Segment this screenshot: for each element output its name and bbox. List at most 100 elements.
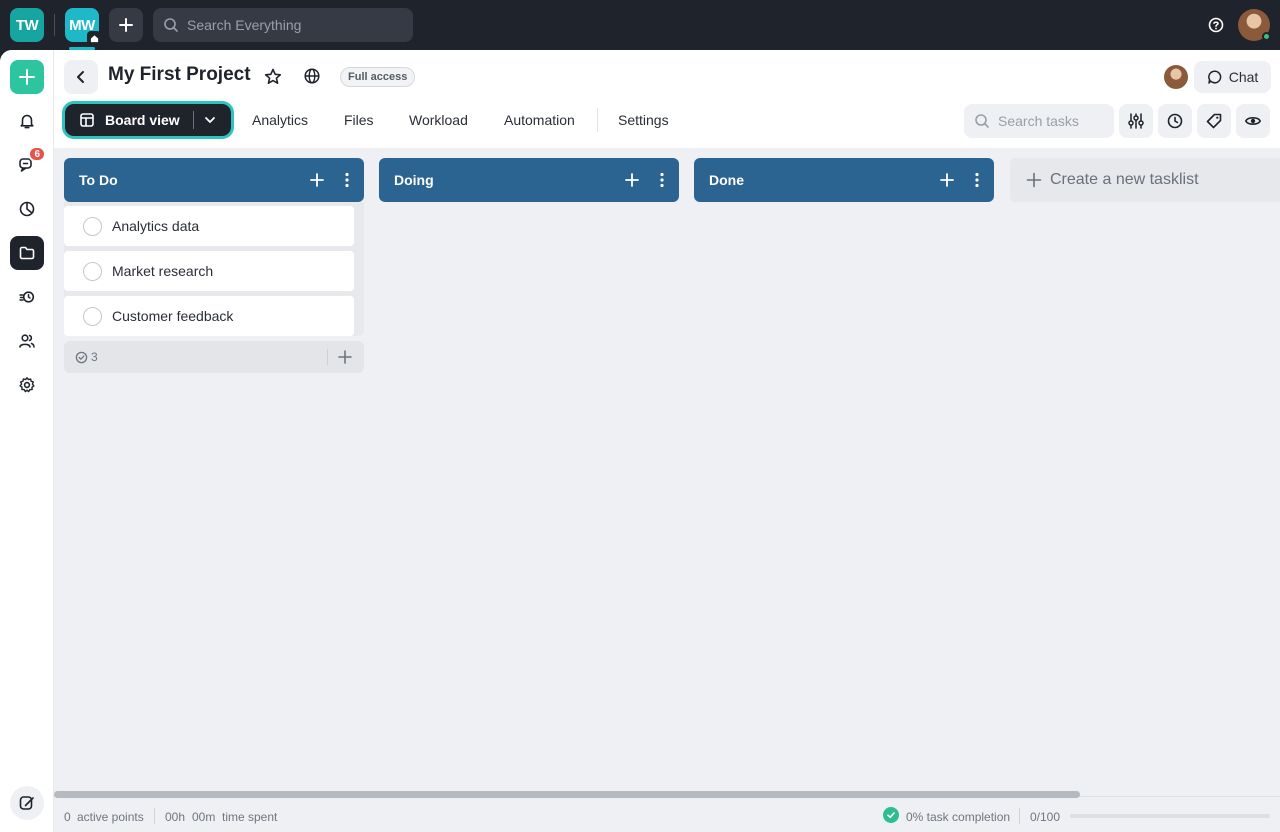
sidebar-item-time-tracking[interactable] — [10, 280, 44, 314]
whats-new-button[interactable] — [10, 786, 44, 820]
clock-icon — [1167, 113, 1183, 129]
plus-icon[interactable] — [938, 171, 956, 189]
home-icon — [87, 31, 101, 45]
more-vertical-icon[interactable] — [974, 171, 980, 189]
sidebar-item-reports[interactable] — [10, 192, 44, 226]
filter-button[interactable] — [1119, 104, 1153, 138]
task-search-input[interactable]: Search tasks — [964, 104, 1114, 138]
create-tasklist-label: Create a new tasklist — [1050, 171, 1199, 188]
help-button[interactable] — [1205, 14, 1227, 36]
star-icon — [264, 68, 282, 84]
footer-divider — [327, 349, 328, 365]
sidebar-item-settings[interactable] — [10, 368, 44, 402]
app-shell: 6 My First Project Full access Chat Boar… — [0, 50, 1280, 832]
tab-divider — [597, 108, 598, 132]
time-spent-label: time spent — [222, 810, 278, 824]
access-badge[interactable]: Full access — [340, 67, 416, 87]
quick-add-button[interactable] — [10, 60, 44, 94]
chat-button[interactable]: Chat — [1194, 61, 1271, 93]
column-header[interactable]: To Do — [64, 158, 364, 202]
footer-divider — [1019, 808, 1020, 824]
left-sidebar: 6 — [0, 50, 54, 832]
plus-icon[interactable] — [308, 171, 326, 189]
sidebar-item-notifications[interactable] — [10, 104, 44, 138]
sliders-icon — [1128, 113, 1144, 129]
footer-divider — [154, 808, 155, 824]
plus-icon[interactable] — [623, 171, 641, 189]
plus-icon — [1026, 172, 1042, 188]
task-title: Market research — [112, 263, 214, 279]
search-icon — [975, 114, 989, 128]
more-vertical-icon[interactable] — [659, 171, 665, 189]
column-doing: Doing — [379, 158, 679, 202]
active-points-value: 0 — [64, 810, 71, 824]
user-avatar[interactable] — [1238, 9, 1271, 41]
add-task-icon[interactable] — [337, 349, 353, 365]
users-icon — [19, 334, 35, 348]
column-title: Doing — [394, 172, 434, 188]
column-title: Done — [709, 172, 744, 188]
member-avatar[interactable] — [1164, 65, 1188, 89]
chevron-left-icon — [77, 71, 84, 83]
chat-button-label: Chat — [1228, 69, 1259, 85]
column-footer: 3 — [64, 341, 364, 373]
time-log-button[interactable] — [1158, 104, 1192, 138]
back-button[interactable] — [64, 60, 98, 94]
sidebar-item-team[interactable] — [10, 324, 44, 358]
board-icon — [80, 113, 94, 127]
view-switcher-button[interactable]: Board view — [62, 101, 234, 139]
time-hours: 00h — [165, 810, 186, 824]
task-card[interactable]: Analytics data — [64, 206, 354, 246]
workspace-tw-label: TW — [15, 16, 39, 34]
tab-files[interactable]: Files — [344, 112, 374, 128]
time-tracking-icon — [19, 291, 35, 303]
task-checkbox[interactable] — [83, 261, 102, 281]
check-circle-icon — [883, 807, 899, 823]
task-card[interactable]: Customer feedback — [64, 296, 354, 336]
eye-icon — [1245, 117, 1261, 125]
time-minutes: 00m — [192, 810, 216, 824]
column-header[interactable]: Doing — [379, 158, 679, 202]
chevron-down-icon — [205, 117, 215, 123]
task-card[interactable]: Market research — [64, 251, 354, 291]
visibility-button[interactable] — [303, 67, 321, 90]
global-search-placeholder: Search Everything — [187, 17, 302, 33]
column-done: Done — [694, 158, 994, 202]
sidebar-item-messages[interactable]: 6 — [10, 146, 46, 182]
add-workspace-button[interactable] — [109, 8, 143, 42]
visibility-toggle-button[interactable] — [1236, 104, 1270, 138]
create-tasklist-button[interactable]: Create a new tasklist — [1010, 158, 1280, 202]
folder-icon — [19, 246, 35, 260]
task-completion-text: 0% task completion — [906, 810, 1011, 824]
board: To Do Analytics data Market research Cus… — [54, 148, 1280, 796]
tab-settings[interactable]: Settings — [618, 112, 669, 128]
gear-icon — [19, 377, 35, 393]
status-footer: 0 active points 00h 00m time spent 0% ta… — [54, 791, 1280, 832]
task-checkbox[interactable] — [83, 216, 102, 236]
tab-workload[interactable]: Workload — [409, 112, 468, 128]
search-icon — [164, 18, 178, 32]
workspace-mw-button[interactable]: MW — [65, 8, 101, 50]
active-points-label: active points — [77, 810, 144, 824]
column-header[interactable]: Done — [694, 158, 994, 202]
more-vertical-icon[interactable] — [344, 171, 350, 189]
top-divider — [54, 14, 55, 36]
workspace-tw-button[interactable]: TW — [10, 8, 44, 42]
global-search-input[interactable]: Search Everything — [153, 8, 413, 42]
online-status-dot — [1262, 32, 1271, 41]
task-count: 3 — [91, 350, 98, 364]
task-title: Analytics data — [112, 218, 200, 234]
globe-icon — [304, 68, 320, 84]
task-checkbox[interactable] — [83, 306, 102, 326]
column-task-list: Analytics data Market research Customer … — [64, 202, 364, 336]
project-header: My First Project Full access Chat Board … — [54, 50, 1280, 148]
tab-automation[interactable]: Automation — [504, 112, 575, 128]
tags-button[interactable] — [1197, 104, 1231, 138]
messages-count-badge: 6 — [28, 146, 46, 162]
points-ratio: 0/100 — [1030, 810, 1061, 824]
tab-analytics[interactable]: Analytics — [252, 112, 308, 128]
horizontal-scrollbar[interactable] — [54, 791, 1080, 798]
favorite-button[interactable] — [263, 67, 283, 92]
bell-icon — [20, 114, 34, 129]
sidebar-item-projects[interactable] — [10, 236, 44, 270]
